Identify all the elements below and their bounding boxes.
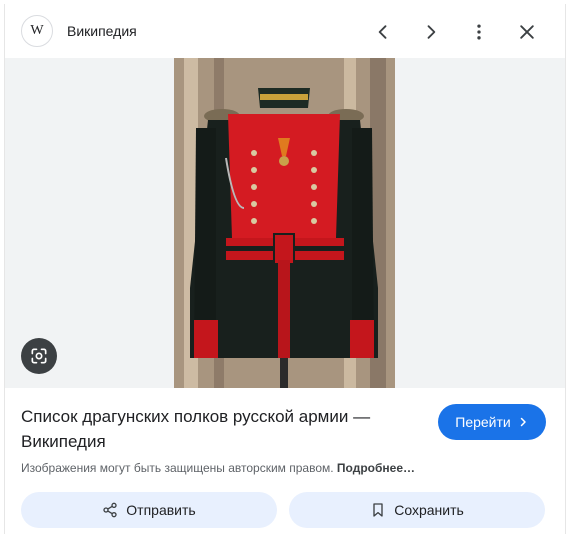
chevron-right-icon [427, 25, 436, 39]
panel-header: W Википедия [5, 4, 565, 60]
chevron-left-icon [378, 25, 387, 39]
copyright-notice: Изображения могут быть защищены авторски… [21, 461, 415, 475]
uniform-photo[interactable] [174, 58, 395, 388]
goto-label: Перейти [455, 414, 511, 430]
image-area [5, 58, 565, 388]
result-title[interactable]: Список драгунских полков русской армии —… [21, 404, 421, 454]
lens-search-icon [31, 348, 47, 364]
save-label: Сохранить [394, 502, 464, 518]
site-name[interactable]: Википедия [67, 23, 137, 39]
share-label: Отправить [126, 502, 196, 518]
bookmark-icon [373, 503, 383, 517]
notice-more-link[interactable]: Подробнее… [337, 461, 415, 475]
close-button[interactable] [513, 18, 541, 46]
more-vert-icon [477, 24, 481, 40]
wikipedia-logo[interactable]: W [21, 15, 53, 47]
share-icon [103, 502, 117, 518]
close-icon [520, 25, 534, 39]
more-options-button[interactable] [465, 18, 493, 46]
save-button[interactable]: Сохранить [289, 492, 545, 528]
uniform-illustration [174, 58, 395, 388]
image-preview-panel: W Википедия Список драгунских полков рус… [4, 4, 566, 534]
lens-search-button[interactable] [21, 338, 57, 374]
chevron-right-icon [520, 417, 526, 427]
share-button[interactable]: Отправить [21, 492, 277, 528]
goto-button[interactable]: Перейти [438, 404, 546, 440]
previous-button[interactable] [369, 18, 397, 46]
notice-text: Изображения могут быть защищены авторски… [21, 461, 337, 475]
next-button[interactable] [417, 18, 445, 46]
